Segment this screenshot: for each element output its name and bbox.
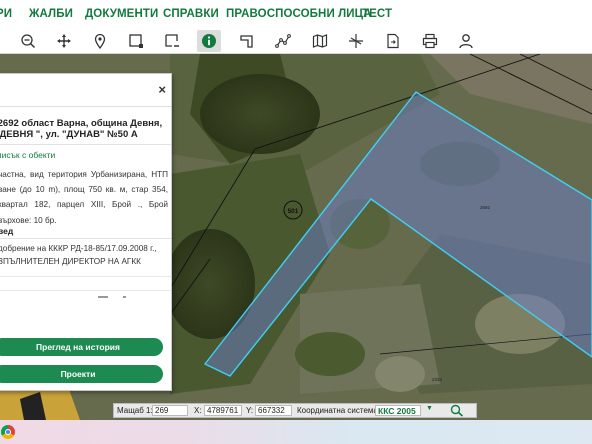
history-button[interactable]: Преглед на история: [0, 338, 163, 356]
map-status-bar: Мащаб 1: 269 X: 4789761 Y: 667332 Коорди…: [113, 403, 477, 418]
scale-field[interactable]: 269: [152, 405, 188, 416]
map-pin-icon[interactable]: [88, 30, 112, 52]
y-label: Y:: [246, 406, 254, 415]
object-description: частна, вид територия Урбанизирана, НТП …: [0, 170, 168, 225]
nav-item-documents[interactable]: ДОКУМЕНТИ: [85, 8, 158, 20]
crs-label: Координатна система:: [297, 406, 381, 415]
print-icon[interactable]: [418, 30, 442, 52]
chrome-icon[interactable]: [1, 425, 15, 439]
approval-info: добрение на КККР РД-18-85/17.09.2008 г.,…: [0, 244, 157, 266]
divider: [0, 106, 171, 107]
pan-icon[interactable]: [52, 30, 76, 52]
nav-item-partial[interactable]: РИ: [0, 8, 12, 20]
object-title: .2692 област Варна, община Девня, "ДЕВНЯ…: [0, 118, 171, 140]
divider: [0, 276, 171, 277]
placeholder-mark: [123, 296, 126, 298]
select-rectangle-icon[interactable]: [124, 30, 148, 52]
clear-selection-icon[interactable]: [160, 30, 184, 52]
taskbar: [0, 420, 592, 444]
measure-area-icon[interactable]: [235, 30, 259, 52]
divider: [0, 144, 171, 145]
top-navigation: РИ ЖАЛБИ ДОКУМЕНТИ СПРАВКИ ПРАВОСПОСОБНИ…: [0, 0, 592, 28]
divider: [0, 290, 171, 291]
object-title-line2: "ДЕВНЯ ", ул. "ДУНАВ" №50 А: [0, 129, 138, 140]
section-title: вед: [0, 226, 14, 236]
map-toolbar: [0, 28, 592, 54]
divider: [0, 238, 171, 239]
crs-select[interactable]: ККС 2005: [375, 405, 421, 416]
user-icon[interactable]: [454, 30, 478, 52]
scale-label: Мащаб 1:: [117, 406, 153, 415]
zoom-out-icon[interactable]: [16, 30, 40, 52]
nav-item-complaints[interactable]: ЖАЛБИ: [29, 8, 73, 20]
neighbor-number-label: 2333: [432, 377, 443, 382]
export-icon[interactable]: [381, 30, 405, 52]
projects-button[interactable]: Проекти: [0, 365, 163, 383]
x-coordinate-field: 4789761: [204, 405, 242, 416]
parcel-number-label: 2692: [480, 205, 491, 210]
split-icon[interactable]: [344, 30, 368, 52]
placeholder-mark: [98, 296, 108, 298]
object-info-panel: × .2692 област Варна, община Девня, "ДЕВ…: [0, 73, 172, 391]
parcel-marker-label: 501: [288, 208, 299, 215]
nav-item-references[interactable]: СПРАВКИ: [163, 8, 219, 20]
map-icon[interactable]: [308, 30, 332, 52]
close-icon[interactable]: ×: [158, 82, 166, 97]
object-title-line1: .2692 област Варна, община Девня,: [0, 118, 163, 129]
y-coordinate-field: 667332: [255, 405, 292, 416]
measure-distance-icon[interactable]: [271, 30, 295, 52]
nav-item-licensed-persons[interactable]: ПРАВОСПОСОБНИ ЛИЦА: [226, 8, 372, 20]
chevron-down-icon[interactable]: ▼: [426, 405, 433, 412]
x-label: X:: [194, 406, 202, 415]
nav-item-test[interactable]: ТЕСТ: [362, 8, 392, 20]
info-icon[interactable]: [197, 30, 221, 52]
back-to-list-link[interactable]: писък с обекти: [0, 150, 55, 160]
search-icon[interactable]: [450, 404, 464, 417]
